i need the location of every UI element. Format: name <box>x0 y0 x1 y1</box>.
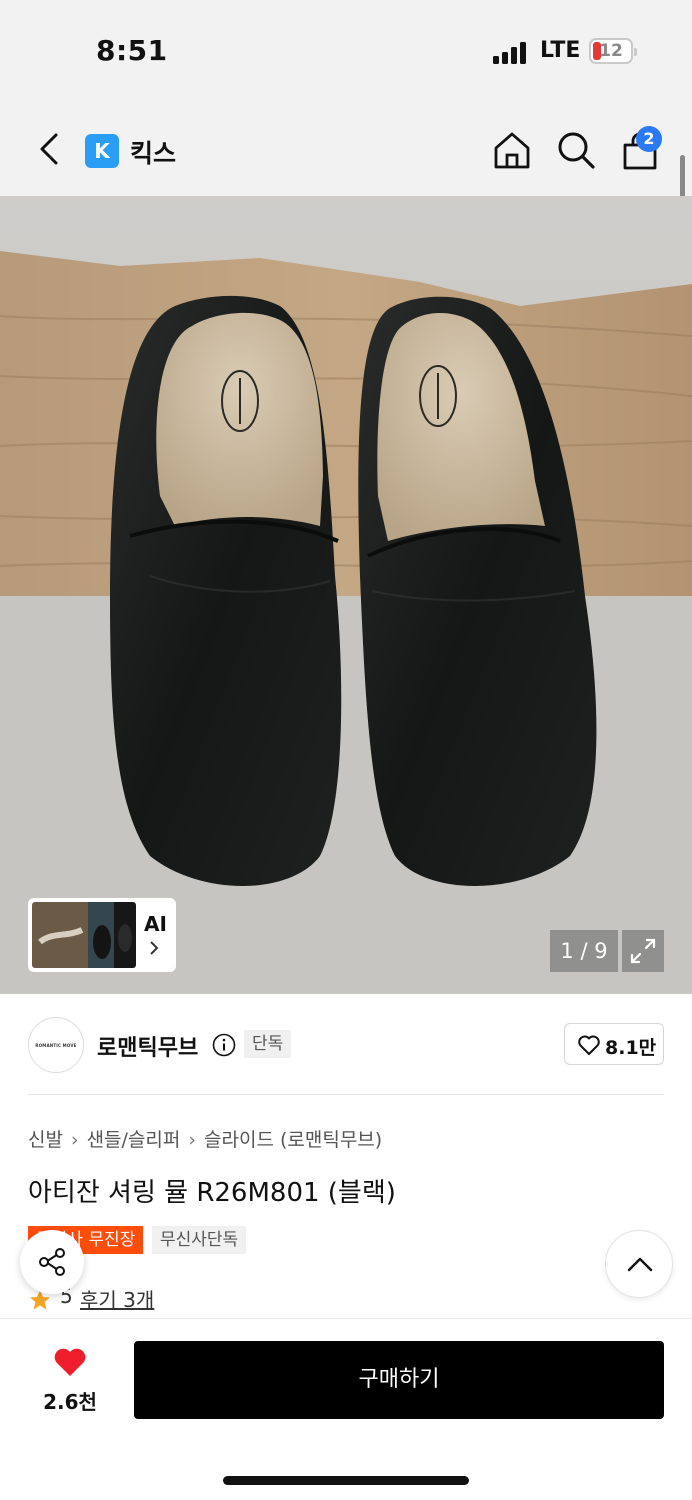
brand-like-count: 8.1만 <box>605 1037 657 1059</box>
breadcrumb: 신발 › 샌들/슬리퍼 › 슬라이드 (로맨틱무브) <box>28 1125 382 1152</box>
wishlist-count: 2.6천 <box>43 1390 97 1414</box>
top-nav-bar: K 킥스 2 <box>0 100 692 196</box>
scroll-to-top-button[interactable] <box>605 1230 673 1298</box>
home-icon[interactable] <box>492 130 532 170</box>
search-icon[interactable] <box>556 130 596 170</box>
info-icon[interactable] <box>212 1033 236 1057</box>
signal-icon <box>493 42 527 64</box>
breadcrumb-item[interactable]: 샌들/슬리퍼 <box>87 1129 181 1151</box>
image-page-counter: 1 / 9 <box>550 930 618 972</box>
product-title: 아티잔 셔링 뮬 R26M801 (블랙) <box>28 1178 396 1208</box>
review-link[interactable]: 후기 3개 <box>80 1284 154 1313</box>
product-image[interactable]: AI 1 / 9 <box>0 196 692 994</box>
chevron-right-icon: › <box>70 1129 79 1151</box>
expand-image-button[interactable] <box>622 930 664 972</box>
chevron-right-icon: › <box>188 1129 196 1151</box>
share-button[interactable] <box>20 1230 84 1294</box>
brand-name[interactable]: 로맨틱무브 <box>97 1030 198 1062</box>
expand-icon <box>630 938 656 964</box>
home-indicator <box>223 1476 469 1485</box>
battery-level: 12 <box>599 41 623 61</box>
ai-style-thumbnail[interactable]: AI <box>28 898 176 972</box>
brand-avatar[interactable]: ROMANTIC MOVE <box>28 1017 84 1073</box>
share-icon <box>39 1248 65 1276</box>
buy-button[interactable]: 구매하기 <box>134 1341 664 1419</box>
breadcrumb-item[interactable]: 슬라이드 (로맨틱무브) <box>204 1129 382 1151</box>
network-type: LTE <box>540 38 581 63</box>
heart-outline-icon <box>578 1035 600 1055</box>
product-photo <box>0 196 692 994</box>
ai-thumbnail-images <box>32 902 136 968</box>
divider <box>28 1094 664 1095</box>
ai-label: AI <box>144 912 167 936</box>
battery-icon: 12 <box>589 38 637 64</box>
back-icon[interactable] <box>36 132 64 166</box>
breadcrumb-item[interactable]: 신발 <box>28 1129 63 1151</box>
exclusive-badge: 단독 <box>244 1030 292 1058</box>
app-name[interactable]: 킥스 <box>130 134 176 170</box>
chevron-up-icon <box>627 1257 653 1272</box>
status-bar: 8:51 LTE 12 <box>0 0 692 100</box>
status-time: 8:51 <box>96 34 168 67</box>
brand-like-button[interactable]: 8.1만 <box>564 1023 664 1065</box>
cart-count-badge: 2 <box>636 126 662 152</box>
exclusive-tag: 무신사단독 <box>152 1226 247 1254</box>
app-logo[interactable]: K <box>85 134 119 168</box>
heart-filled-icon[interactable] <box>52 1346 88 1378</box>
chevron-right-icon <box>150 941 159 955</box>
